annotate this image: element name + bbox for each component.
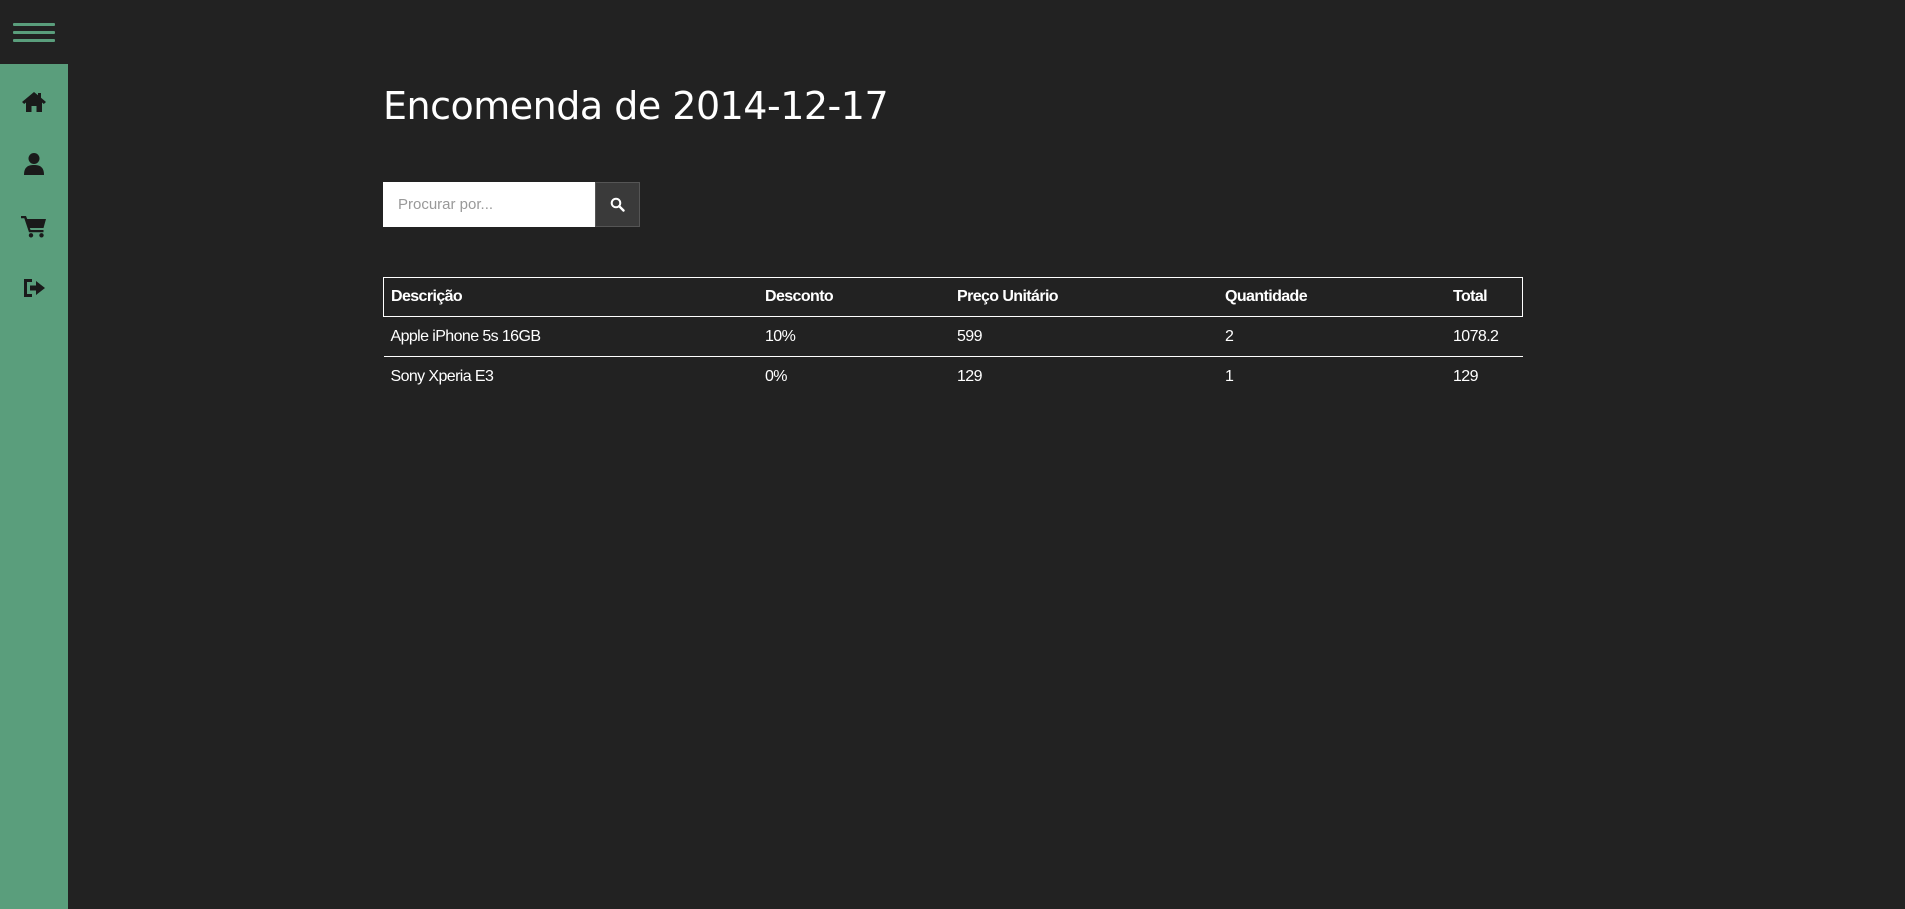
cell-total: 129 <box>1453 367 1479 385</box>
header-descricao: Descrição <box>383 277 758 317</box>
menu-toggle-button[interactable] <box>0 0 68 64</box>
search-bar <box>383 182 640 227</box>
cell-descricao: Apple iPhone 5s 16GB <box>383 316 758 357</box>
cell-quantidade: 1 <box>1225 367 1234 385</box>
sidebar <box>0 64 68 909</box>
cell-preco-unitario: 599 <box>950 316 1218 357</box>
table-row: Apple iPhone 5s 16GB 10% 599 2 1078.2 <box>383 316 1523 357</box>
header-quantidade: Quantidade <box>1218 277 1446 317</box>
search-icon <box>610 197 625 212</box>
cell-quantidade: 2 <box>1218 316 1446 357</box>
page-title: Encomenda de 2014-12-17 <box>383 84 889 128</box>
header-preco-unitario: Preço Unitário <box>950 277 1218 317</box>
hamburger-icon <box>13 22 55 42</box>
cart-icon <box>21 216 46 238</box>
home-icon <box>22 92 46 112</box>
sidebar-item-logout[interactable] <box>0 257 68 319</box>
table-header-row: Descrição Desconto Preço Unitário Quanti… <box>383 277 1523 317</box>
sign-out-icon <box>24 279 45 297</box>
cell-total: 1078.2 <box>1446 316 1523 357</box>
order-table: Descrição Desconto Preço Unitário Quanti… <box>383 277 1523 396</box>
cell-desconto: 10% <box>758 316 950 357</box>
cell-preco-unitario: 129 <box>957 367 983 385</box>
sidebar-item-cart[interactable] <box>0 195 68 257</box>
user-icon <box>24 153 44 175</box>
cell-descricao: Sony Xperia E3 <box>390 367 494 385</box>
search-button[interactable] <box>595 182 640 227</box>
header-total: Total <box>1446 277 1523 317</box>
sidebar-item-user[interactable] <box>0 133 68 195</box>
search-input[interactable] <box>383 182 595 227</box>
header-desconto: Desconto <box>758 277 950 317</box>
sidebar-item-home[interactable] <box>0 71 68 133</box>
cell-desconto: 0% <box>765 367 788 385</box>
table-row: Sony Xperia E3 0% 129 1 129 <box>384 357 1523 397</box>
